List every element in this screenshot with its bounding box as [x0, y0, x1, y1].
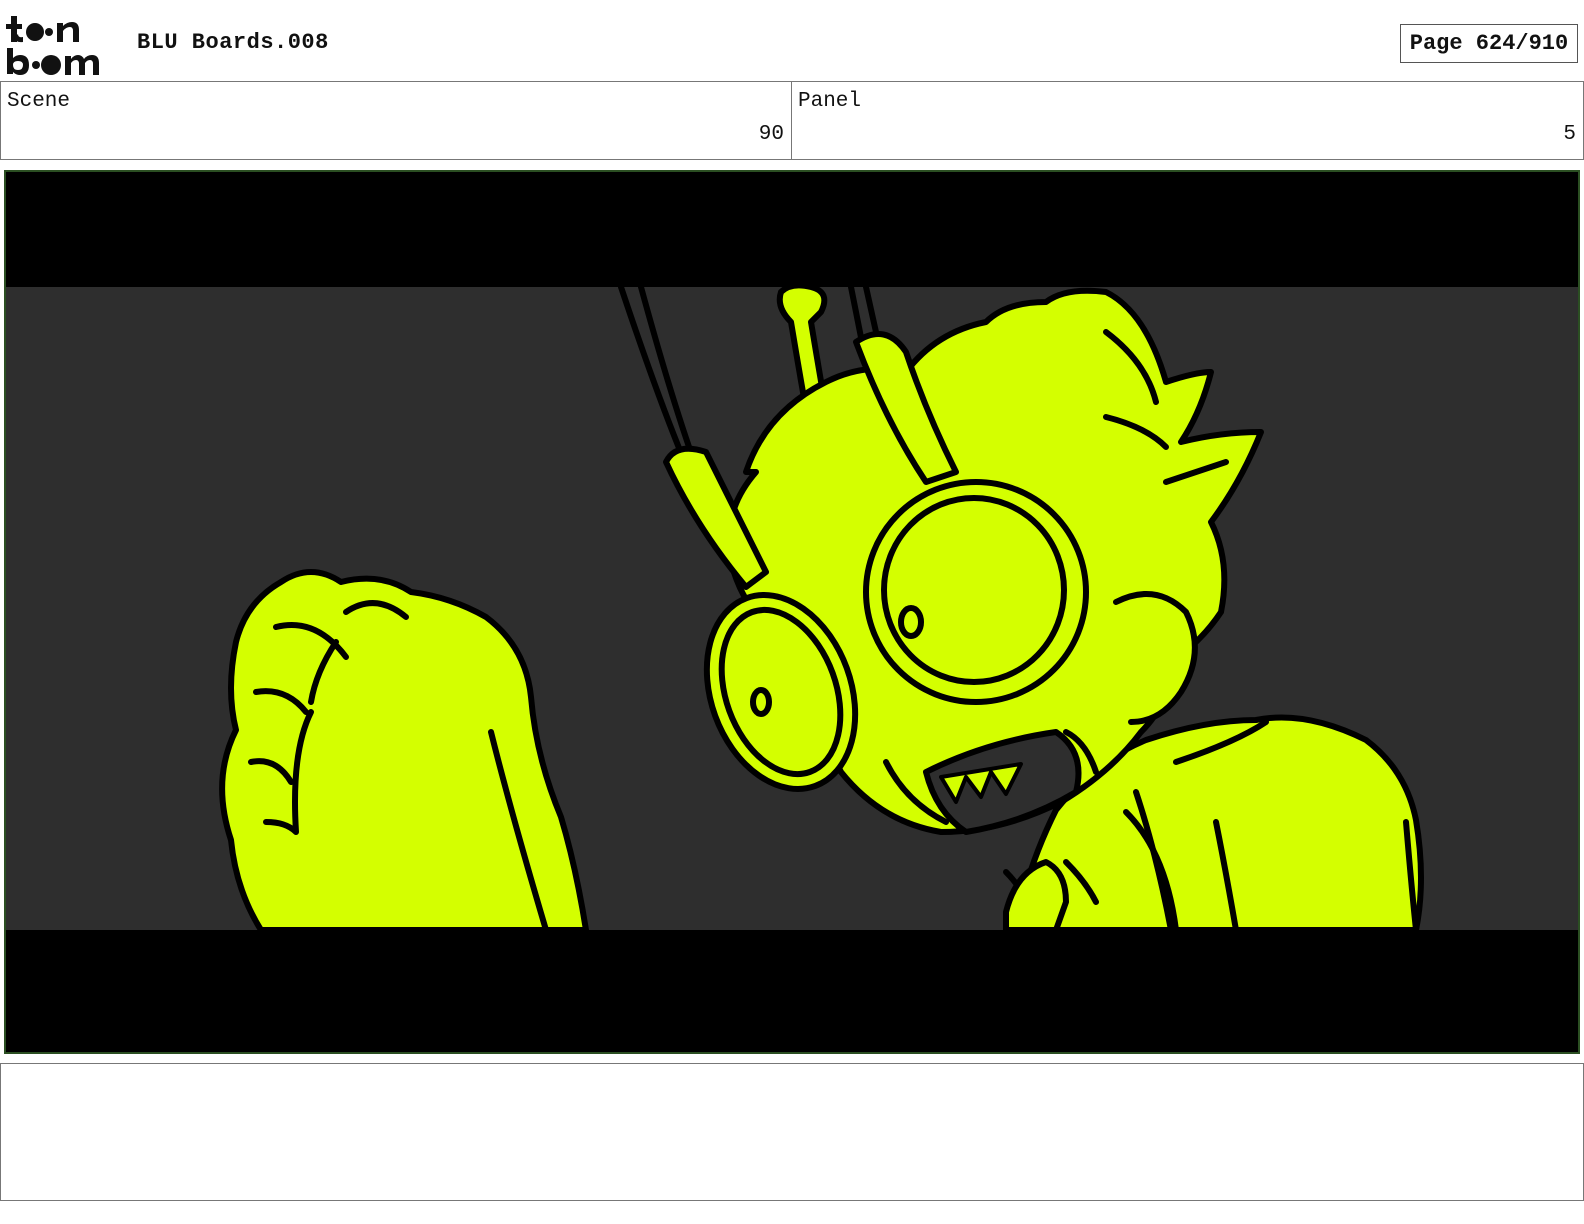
panel-number: 5 — [1563, 123, 1576, 146]
scene-panel-info-row: Scene 90 Panel 5 — [0, 81, 1584, 160]
scene-cell: Scene 90 — [0, 82, 792, 159]
panel-label: Panel — [798, 90, 862, 113]
toon-boom-logo — [6, 16, 99, 75]
panel-notes-box — [0, 1063, 1584, 1201]
document-title: BLU Boards.008 — [137, 30, 329, 55]
storyboard-panel-image — [4, 170, 1580, 1054]
page-indicator: Page 624/910 — [1400, 24, 1578, 63]
panel-drawing — [6, 172, 1578, 1052]
scene-number: 90 — [758, 123, 784, 146]
panel-cell: Panel 5 — [792, 82, 1584, 159]
scene-label: Scene — [7, 90, 71, 113]
